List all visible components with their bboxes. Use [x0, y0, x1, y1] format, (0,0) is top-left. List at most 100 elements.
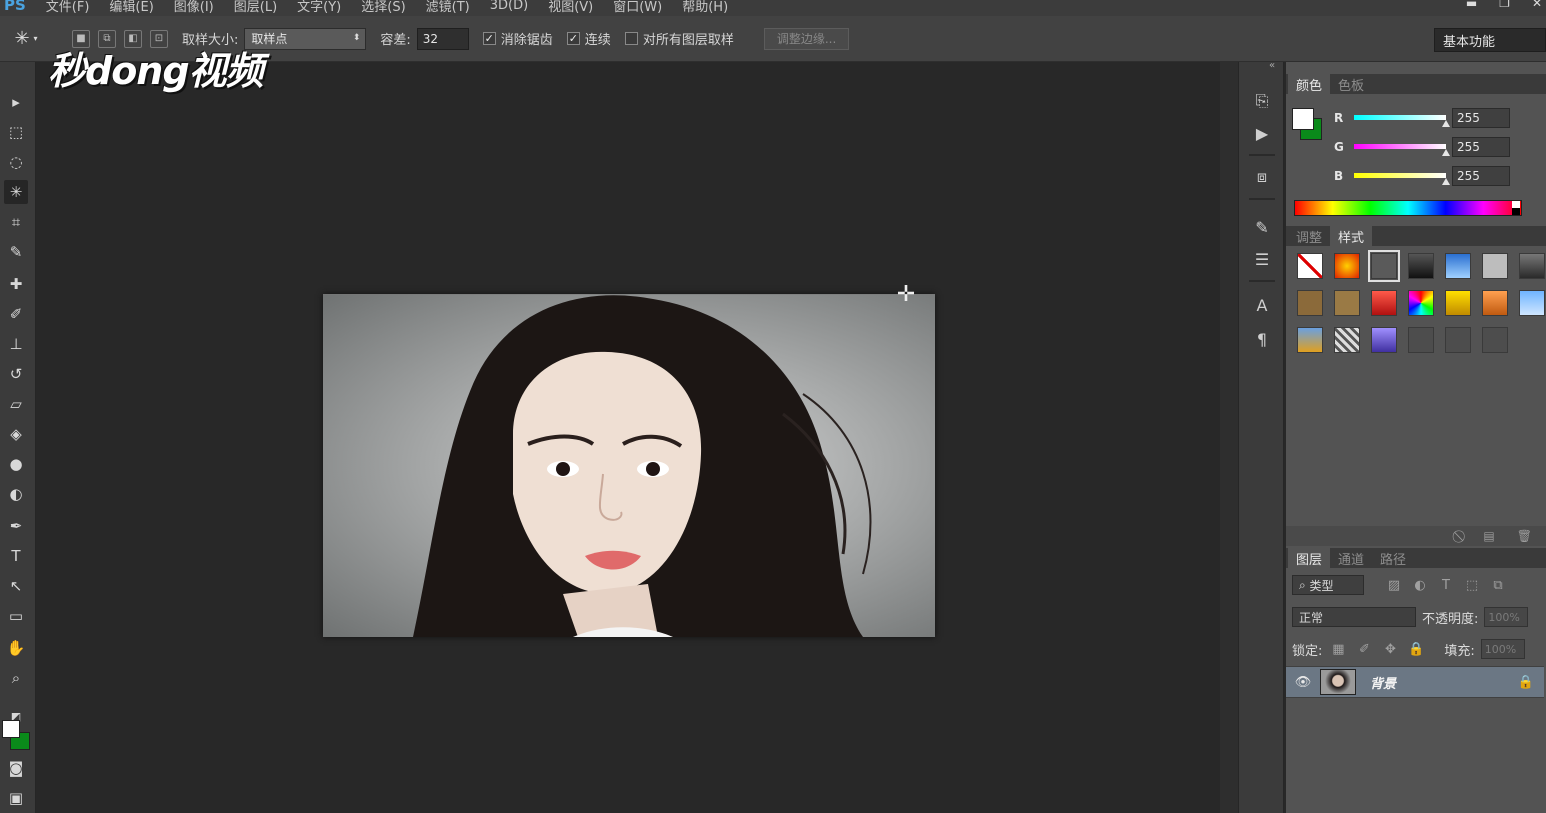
filter-type-icon[interactable]: T [1436, 578, 1456, 593]
layer-name[interactable]: 背景 [1370, 673, 1508, 692]
filter-shape-icon[interactable]: ⬚ [1462, 578, 1482, 593]
red-track[interactable] [1354, 115, 1446, 120]
style-empty-3-swatch[interactable] [1482, 327, 1508, 353]
character-icon[interactable]: A [1251, 294, 1273, 316]
slider-thumb-icon[interactable] [1442, 120, 1450, 127]
filter-smart-object-icon[interactable]: ⧉ [1488, 578, 1508, 593]
fill-input[interactable]: 100% [1480, 639, 1525, 659]
lasso-tool-icon[interactable]: ◌ [4, 150, 28, 174]
green-value-input[interactable]: 255 [1452, 137, 1510, 157]
menu-edit[interactable]: 编辑(E) [99, 0, 163, 15]
contiguous-checkbox[interactable]: ✓ 连续 [566, 29, 611, 48]
style-dark-bevel-swatch[interactable] [1519, 253, 1545, 279]
red-slider[interactable]: R 255 [1334, 108, 1534, 130]
paragraph-icon[interactable]: ¶ [1251, 328, 1273, 350]
new-style-icon[interactable]: ▤ [1483, 529, 1494, 543]
tab-layers[interactable]: 图层 [1288, 548, 1331, 568]
tab-styles[interactable]: 样式 [1330, 226, 1373, 246]
green-track[interactable] [1354, 144, 1446, 149]
rectangle-tool-icon[interactable]: ▭ [4, 604, 28, 628]
style-outline-swatch[interactable] [1368, 250, 1400, 282]
style-orange-swatch[interactable] [1482, 290, 1508, 316]
history-icon[interactable]: ⎘ [1251, 90, 1273, 112]
menu-layer[interactable]: 图层(L) [224, 0, 287, 15]
style-bronze-swatch[interactable] [1297, 290, 1323, 316]
collapse-arrows-icon[interactable]: « [1269, 60, 1275, 71]
zoom-tool-icon[interactable]: ⌕ [4, 666, 28, 690]
menu-3d[interactable]: 3D(D) [480, 0, 538, 13]
healing-brush-tool-icon[interactable]: ✚ [4, 272, 28, 296]
brush-tool-icon[interactable]: ✐ [4, 302, 28, 326]
style-purple-swatch[interactable] [1371, 327, 1397, 353]
style-gold-swatch[interactable] [1445, 290, 1471, 316]
refine-edge-button[interactable]: 调整边缘... [763, 27, 850, 50]
red-value-input[interactable]: 255 [1452, 108, 1510, 128]
tab-color[interactable]: 颜色 [1288, 74, 1331, 94]
history-brush-tool-icon[interactable]: ↺ [4, 362, 28, 386]
canvas-scrollbar[interactable] [1220, 62, 1238, 813]
blur-tool-icon[interactable]: ● [4, 452, 28, 476]
close-icon[interactable]: ✕ [1532, 0, 1542, 10]
black-white-ramp[interactable] [1512, 201, 1520, 215]
actions-play-icon[interactable]: ▶ [1251, 122, 1273, 144]
tolerance-input[interactable]: 32 [416, 27, 469, 50]
layer-row[interactable]: 👁 背景 🔒 [1286, 666, 1544, 698]
crop-tool-icon[interactable]: ⌗ [4, 210, 28, 234]
clone-stamp-tool-icon[interactable]: ⊥ [4, 332, 28, 356]
marquee-tool-icon[interactable]: ⬚ [4, 120, 28, 144]
brush-presets-icon[interactable]: ✎ [1251, 216, 1273, 238]
restore-icon[interactable]: ❐ [1499, 0, 1510, 10]
style-sunset-swatch[interactable] [1297, 327, 1323, 353]
blend-mode-select[interactable]: 正常 [1292, 607, 1416, 627]
color-spectrum-bar[interactable] [1294, 200, 1522, 216]
dodge-tool-icon[interactable]: ◐ [4, 482, 28, 506]
tab-channels[interactable]: 通道 [1330, 548, 1372, 568]
menu-type[interactable]: 文字(Y) [287, 0, 351, 15]
properties-icon[interactable]: ⧈ [1251, 166, 1273, 188]
screen-mode-icon[interactable]: ▣ [4, 786, 28, 810]
sample-size-select[interactable]: 取样点 ⬍ [244, 27, 367, 50]
magic-wand-icon[interactable]: ✳ ▾ [0, 16, 52, 62]
style-fire-swatch[interactable] [1334, 253, 1360, 279]
foreground-color-swatch[interactable] [2, 720, 20, 738]
workspace-switcher[interactable]: 基本功能 [1434, 28, 1546, 52]
lock-position-icon[interactable]: ✥ [1380, 642, 1400, 657]
blue-value-input[interactable]: 255 [1452, 166, 1510, 186]
filter-pixel-icon[interactable]: ▨ [1384, 578, 1404, 593]
menu-image[interactable]: 图像(I) [164, 0, 224, 15]
lock-all-icon[interactable]: 🔒 [1406, 642, 1426, 657]
menu-select[interactable]: 选择(S) [351, 0, 415, 15]
path-selection-tool-icon[interactable]: ↖ [4, 574, 28, 598]
style-pattern-swatch[interactable] [1334, 327, 1360, 353]
blue-slider[interactable]: B 255 [1334, 166, 1534, 188]
style-empty-1-swatch[interactable] [1408, 327, 1434, 353]
pen-tool-icon[interactable]: ✒ [4, 514, 28, 538]
sample-all-layers-checkbox[interactable]: 对所有图层取样 [624, 29, 734, 48]
menu-view[interactable]: 视图(V) [538, 0, 603, 15]
foreground-color-swatch[interactable] [1292, 108, 1314, 130]
menu-file[interactable]: 文件(F) [36, 0, 100, 15]
anti-alias-checkbox[interactable]: ✓ 消除锯齿 [482, 29, 553, 48]
paint-bucket-tool-icon[interactable]: ◈ [4, 422, 28, 446]
style-blue-sky-swatch[interactable] [1445, 253, 1471, 279]
style-wood-swatch[interactable] [1334, 290, 1360, 316]
style-gray-swatch[interactable] [1482, 253, 1508, 279]
green-slider[interactable]: G 255 [1334, 137, 1534, 159]
eye-icon[interactable]: 👁 [1286, 675, 1320, 690]
style-rainbow-swatch[interactable] [1408, 290, 1434, 316]
style-dark-chrome-swatch[interactable] [1408, 253, 1434, 279]
menu-window[interactable]: 窗口(W) [603, 0, 672, 15]
quick-mask-icon[interactable]: ◙ [4, 756, 28, 780]
menu-help[interactable]: 帮助(H) [672, 0, 738, 15]
eraser-tool-icon[interactable]: ▱ [4, 392, 28, 416]
trash-icon[interactable]: 🗑 [1517, 529, 1532, 543]
style-empty-2-swatch[interactable] [1445, 327, 1471, 353]
menu-filter[interactable]: 滤镜(T) [416, 0, 480, 15]
brush-settings-icon[interactable]: ☰ [1251, 248, 1273, 270]
style-red-swatch[interactable] [1371, 290, 1397, 316]
tab-paths[interactable]: 路径 [1372, 548, 1414, 568]
hand-tool-icon[interactable]: ✋ [4, 636, 28, 660]
opacity-input[interactable]: 100% [1484, 607, 1529, 627]
magic-wand-tool-icon[interactable]: ✳ [4, 180, 28, 204]
slider-thumb-icon[interactable] [1442, 149, 1450, 156]
